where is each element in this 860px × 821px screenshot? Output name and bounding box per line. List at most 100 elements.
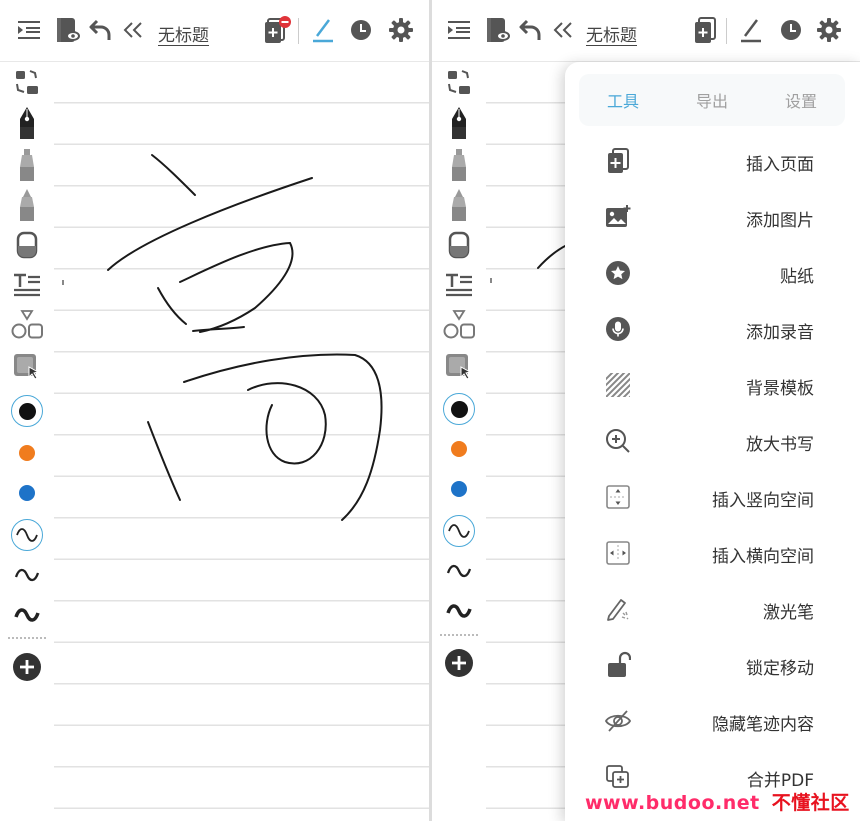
menu-item-label: 插入横向空间 xyxy=(712,547,814,567)
bold-stroke-icon xyxy=(14,608,40,622)
color-blue[interactable] xyxy=(440,470,478,508)
selected-ring xyxy=(443,393,475,425)
toolbar-separator xyxy=(726,18,727,44)
selected-ring xyxy=(443,515,475,547)
select-icon[interactable] xyxy=(8,348,46,386)
highlighter-icon[interactable] xyxy=(8,186,46,224)
lasso-icon[interactable] xyxy=(8,64,46,102)
menu-item-label: 激光笔 xyxy=(763,603,814,623)
color-black-selected[interactable] xyxy=(8,392,46,430)
selected-ring xyxy=(11,519,43,551)
tab-export[interactable]: 导出 xyxy=(668,74,756,126)
menu-item-insert-vertical-space[interactable]: 插入竖向空间 xyxy=(565,470,860,526)
color-dot-black xyxy=(450,400,468,418)
menu-item-label: 插入页面 xyxy=(746,155,814,175)
stroke-style-bold[interactable] xyxy=(8,596,46,634)
left-tool-sidebar xyxy=(0,62,54,821)
menu-item-label: 背景模板 xyxy=(746,379,814,399)
watermark: www.budoo.net 不懂社区 xyxy=(585,788,850,815)
stroke-style-smooth-selected[interactable] xyxy=(8,516,46,554)
color-blue[interactable] xyxy=(8,474,46,512)
undo-icon[interactable] xyxy=(86,14,116,46)
document-title[interactable]: 无标题 xyxy=(586,21,637,46)
color-dot-orange xyxy=(19,445,35,461)
pen-icon[interactable] xyxy=(736,14,766,46)
horizontal-space-icon xyxy=(603,538,633,568)
history-icon[interactable] xyxy=(776,14,806,46)
color-dot-blue xyxy=(19,485,35,501)
pen-active-icon[interactable] xyxy=(308,14,338,46)
notebook-preview-icon[interactable] xyxy=(482,14,512,46)
menu-item-laser-pointer[interactable]: 激光笔 xyxy=(565,582,860,638)
color-orange[interactable] xyxy=(8,434,46,472)
marker-icon[interactable] xyxy=(8,146,46,184)
tab-settings[interactable]: 设置 xyxy=(757,74,845,126)
tab-tools[interactable]: 工具 xyxy=(579,74,667,126)
left-tool-sidebar xyxy=(432,62,486,821)
watermark-site: www.budoo.net xyxy=(585,792,760,814)
menu-tab-bar: 工具 导出 设置 xyxy=(579,74,845,126)
selected-ring xyxy=(11,395,43,427)
background-template-icon xyxy=(603,370,633,400)
settings-icon[interactable] xyxy=(386,14,416,46)
zoom-write-icon xyxy=(603,426,633,456)
eraser-icon[interactable] xyxy=(8,226,46,264)
add-page-icon[interactable] xyxy=(262,14,292,46)
menu-item-zoom-write[interactable]: 放大书写 xyxy=(565,414,860,470)
text-icon[interactable] xyxy=(8,266,46,304)
margin-mark xyxy=(490,278,492,283)
collapse-icon[interactable] xyxy=(118,14,148,46)
sidebar-divider xyxy=(8,637,46,639)
undo-icon[interactable] xyxy=(516,14,546,46)
settings-icon[interactable] xyxy=(814,14,844,46)
smooth-stroke-icon xyxy=(16,528,38,542)
color-black-selected[interactable] xyxy=(440,390,478,428)
insert-page-icon xyxy=(603,146,633,176)
menu-item-add-recording[interactable]: 添加录音 xyxy=(565,302,860,358)
add-tool-icon[interactable] xyxy=(8,648,46,686)
menu-item-insert-page[interactable]: 插入页面 xyxy=(565,134,860,190)
menu-item-label: 锁定移动 xyxy=(746,659,814,679)
smooth-stroke-icon xyxy=(448,524,470,538)
shapes-icon[interactable] xyxy=(8,306,46,344)
medium-stroke-icon xyxy=(14,568,40,582)
microphone-icon xyxy=(603,314,633,344)
stroke-style-bold[interactable] xyxy=(440,592,478,630)
outline-icon[interactable] xyxy=(444,14,474,46)
document-title[interactable]: 无标题 xyxy=(158,21,209,46)
menu-item-label: 隐藏笔迹内容 xyxy=(712,715,814,735)
lined-paper-canvas[interactable] xyxy=(54,62,430,821)
outline-icon[interactable] xyxy=(14,14,44,46)
add-page-icon[interactable] xyxy=(690,14,720,46)
menu-item-background-template[interactable]: 背景模板 xyxy=(565,358,860,414)
add-image-icon xyxy=(603,202,633,232)
color-dot-black xyxy=(18,402,36,420)
color-orange[interactable] xyxy=(440,430,478,468)
menu-item-sticker[interactable]: 贴纸 xyxy=(565,246,860,302)
shapes-icon[interactable] xyxy=(440,306,478,344)
text-icon[interactable] xyxy=(440,266,478,304)
select-icon[interactable] xyxy=(440,348,478,386)
highlighter-icon[interactable] xyxy=(440,186,478,224)
tools-popup-menu: 工具 导出 设置 插入页面 添加图片 贴纸 添加录音 背景模板 放大书写 插入竖… xyxy=(565,62,860,821)
fountain-pen-icon[interactable] xyxy=(8,104,46,142)
menu-item-add-image[interactable]: 添加图片 xyxy=(565,190,860,246)
menu-item-hide-ink[interactable]: 隐藏笔迹内容 xyxy=(565,694,860,750)
menu-item-insert-horizontal-space[interactable]: 插入横向空间 xyxy=(565,526,860,582)
lasso-icon[interactable] xyxy=(440,64,478,102)
bold-stroke-icon xyxy=(446,604,472,618)
color-dot-blue xyxy=(451,481,467,497)
notebook-preview-icon[interactable] xyxy=(52,14,82,46)
stroke-style-medium[interactable] xyxy=(8,556,46,594)
add-tool-icon[interactable] xyxy=(440,644,478,682)
fountain-pen-icon[interactable] xyxy=(440,104,478,142)
collapse-icon[interactable] xyxy=(548,14,578,46)
stroke-style-smooth-selected[interactable] xyxy=(440,512,478,550)
color-dot-orange xyxy=(451,441,467,457)
stroke-style-medium[interactable] xyxy=(440,552,478,590)
menu-item-lock-move[interactable]: 锁定移动 xyxy=(565,638,860,694)
left-editor-pane: 无标题 xyxy=(0,0,430,821)
marker-icon[interactable] xyxy=(440,146,478,184)
history-icon[interactable] xyxy=(346,14,376,46)
eraser-icon[interactable] xyxy=(440,226,478,264)
